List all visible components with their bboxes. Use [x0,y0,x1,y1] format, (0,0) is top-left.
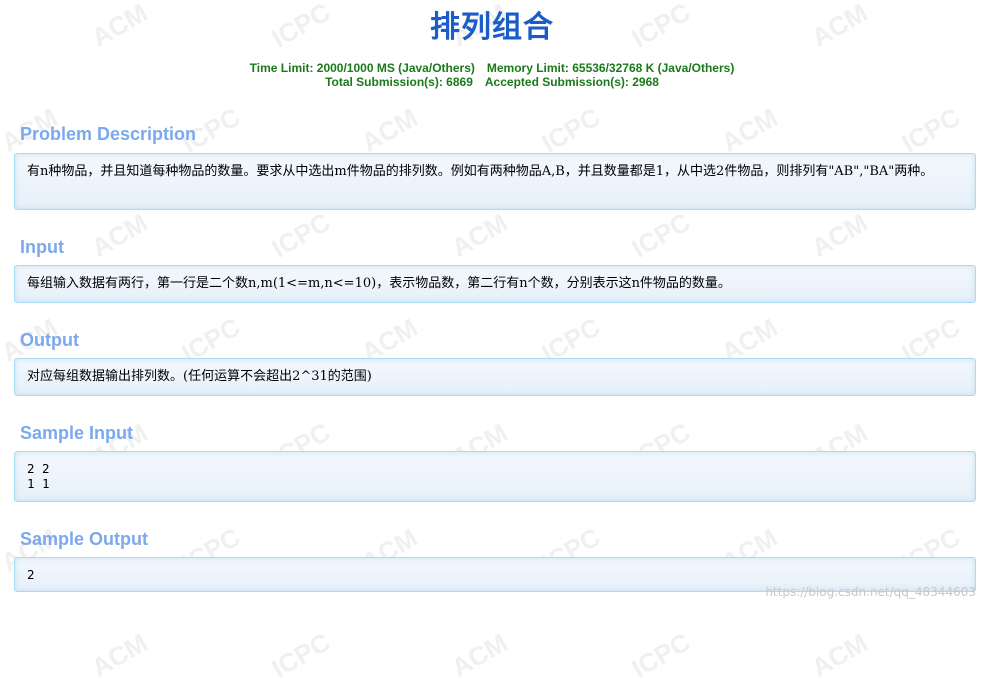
watermark-text: ACM [806,627,873,683]
watermark-text: ACM [446,627,513,683]
input-panel: 每组输入数据有两行，第一行是二个数n,m(1<=m,n<=10)，表示物品数，第… [14,265,976,303]
watermark-text: ICPC [896,101,966,159]
watermark-text: ACM [446,207,513,263]
watermark-text: ICPC [266,206,336,264]
input-heading: Input [20,237,64,257]
watermark-text: ICPC [626,626,696,684]
watermark-text: ACM [86,627,153,683]
watermark-text: ICPC [266,626,336,684]
accepted-submissions: Accepted Submission(s): 2968 [484,75,659,89]
sample-input-heading: Sample Input [20,423,134,443]
watermark-text: ICPC [536,101,606,159]
watermark-text: ACM [716,102,783,158]
sample-input-panel[interactable]: 2 2 1 1 [14,451,976,502]
watermark-text: ACM [806,207,873,263]
total-submissions: Total Submission(s): 6869 [325,75,473,89]
memory-limit: Memory Limit: 65536/32768 K (Java/Others… [486,61,735,75]
description-heading: Problem Description [20,124,197,144]
watermark-text: ACM [86,207,153,263]
output-heading: Output [20,330,79,350]
watermark-text: ICPC [626,206,696,264]
time-limit: Time Limit: 2000/1000 MS (Java/Others) [249,61,475,75]
problem-limits: Time Limit: 2000/1000 MS (Java/Others) Me… [0,61,984,89]
description-panel: 有n种物品，并且知道每种物品的数量。要求从中选出m件物品的排列数。例如有两种物品… [14,153,976,210]
limits-row-2: Total Submission(s): 6869 Accepted Submis… [0,75,984,89]
output-panel: 对应每组数据输出排列数。(任何运算不会超出2^31的范围) [14,358,976,396]
sample-output-heading: Sample Output [20,529,149,549]
problem-title: 排列组合 [430,10,554,45]
blog-credit-watermark: https://blog.csdn.net/qq_48344603 [765,585,976,599]
limits-row-1: Time Limit: 2000/1000 MS (Java/Others) Me… [0,61,984,75]
watermark-text: ACM [356,102,423,158]
